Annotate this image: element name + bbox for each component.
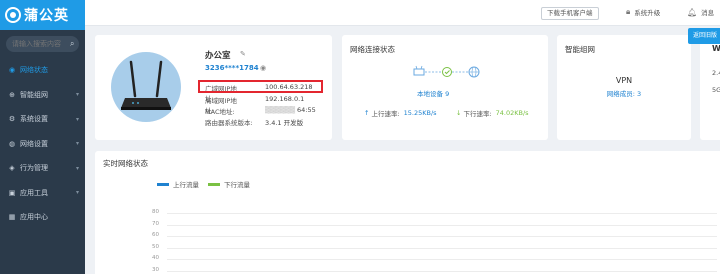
y-tick-label: 70 xyxy=(152,220,159,227)
search-input[interactable] xyxy=(12,40,70,48)
network-icon: ◉ xyxy=(8,66,16,75)
local-devices-link[interactable]: 本地设备 9 xyxy=(417,88,449,98)
logo-text: 蒲公英 xyxy=(24,8,69,24)
device-sn: 3236****1784 xyxy=(205,64,259,72)
y-tick-label: 30 xyxy=(152,266,159,273)
legend-download-label: 下行流量 xyxy=(224,181,250,189)
gridline xyxy=(167,224,717,226)
return-old-version-button[interactable]: 返回旧版 xyxy=(688,28,720,44)
link-icon: ⊕ xyxy=(9,90,15,99)
upload-rate-value: 15.25KB/s xyxy=(403,109,437,117)
tools-icon: ▣ xyxy=(8,188,16,197)
wifi-card: W 2.4 5G xyxy=(700,35,720,140)
sidebar-item-network-settings[interactable]: ◍ 网络设置 ▾ xyxy=(0,132,85,157)
sidebar-item-app-tools[interactable]: ▣ 应用工具 ▾ xyxy=(0,181,85,206)
sidebar-item-label: 系统设置 xyxy=(20,115,48,124)
bell-icon: 🔔︎ xyxy=(687,7,698,17)
top-bar: 下载手机客户端 🔒︎ 系统升级 🔔︎ 消息 xyxy=(85,0,720,26)
router-icon xyxy=(121,60,171,110)
router-image xyxy=(111,52,181,122)
vpn-label: VPN xyxy=(615,76,633,85)
connection-diagram xyxy=(413,65,480,78)
wifi-5g-label: 5G xyxy=(712,86,720,94)
legend-download[interactable]: 下行流量 xyxy=(208,179,250,189)
mac-row: MAC地址: ▒▒▒▒▒▒ 64:55 xyxy=(205,106,316,116)
search-icon[interactable]: ⌕ xyxy=(70,39,74,49)
arrow-down-icon: ↓ xyxy=(456,109,462,117)
lock-icon: 🔒︎ xyxy=(626,7,631,16)
realtime-network-chart: 实时网络状态 上行流量 下行流量 80706050403020 xyxy=(95,151,720,274)
mac-blurred: ▒▒▒▒▒▒ xyxy=(265,106,295,114)
network-status-title: 网络连接状态 xyxy=(350,45,395,54)
version-row: 路由器系统版本: 3.4.1 开发版 xyxy=(205,117,303,127)
shield-icon: ◈ xyxy=(9,164,15,173)
mac-value: 64:55 xyxy=(297,106,316,114)
check-icon xyxy=(442,67,452,77)
router-icon xyxy=(413,68,425,76)
arrow-up-icon: ↑ xyxy=(364,109,370,117)
chart-title: 实时网络状态 xyxy=(103,159,148,168)
system-upgrade-label: 系统升级 xyxy=(634,9,661,17)
app-logo[interactable]: 蒲公英 xyxy=(0,0,85,30)
messages-label: 消息 xyxy=(701,9,715,17)
gridline xyxy=(167,247,717,249)
sidebar-item-smart-network[interactable]: ⊕ 智能组网 ▾ xyxy=(0,83,85,108)
vpn-members-link[interactable]: 网络成员: 3 xyxy=(557,88,691,98)
sidebar-item-system-settings[interactable]: ⚙ 系统设置 ▾ xyxy=(0,107,85,132)
gridline xyxy=(167,236,717,237)
legend-upload[interactable]: 上行流量 xyxy=(157,179,199,189)
sidebar: 蒲公英 ⌕ ◉ 网络状态 ⊕ 智能组网 ▾ ⚙ 系统设置 ▾ ◍ 网络设置 ▾ … xyxy=(0,0,85,274)
sidebar-item-label: 网络设置 xyxy=(20,139,48,148)
smart-network-card: 智能组网 VPN 网络成员: 3 xyxy=(557,35,691,140)
y-tick-label: 50 xyxy=(152,243,159,250)
wifi-card-title: W xyxy=(712,44,720,53)
upload-rate-label: 上行速率: xyxy=(371,110,400,118)
system-upgrade-link[interactable]: 🔒︎ 系统升级 xyxy=(626,7,660,17)
legend-upload-label: 上行流量 xyxy=(173,181,199,189)
download-rate-label: 下行速率: xyxy=(463,110,492,118)
download-rate: ↓ 下行速率: 74.02KB/s xyxy=(456,108,529,118)
chevron-down-icon: ▾ xyxy=(75,140,79,148)
version-value: 3.4.1 开发版 xyxy=(265,119,304,127)
y-tick-label: 80 xyxy=(152,209,159,215)
smart-network-title: 智能组网 xyxy=(565,45,595,54)
upload-rate: ↑ 上行速率: 15.25KB/s xyxy=(364,108,437,118)
sidebar-item-app-center[interactable]: ▦ 应用中心 xyxy=(0,205,85,230)
gear-icon: ⚙ xyxy=(8,115,16,124)
device-name: 办公室 xyxy=(205,51,231,61)
legend-upload-swatch xyxy=(157,182,169,186)
chevron-down-icon: ▾ xyxy=(75,115,79,123)
y-tick-label: 60 xyxy=(152,232,159,238)
sidebar-item-label: 应用工具 xyxy=(20,188,48,197)
eye-icon[interactable]: ◉ xyxy=(260,64,266,72)
wan-ip-highlight xyxy=(198,80,323,93)
logo-icon xyxy=(5,7,21,23)
device-card: 办公室 ✎ 3236****1784 ◉ 广域网IP地址: 100.64.63.… xyxy=(95,35,332,140)
legend-download-swatch xyxy=(208,182,220,186)
download-rate-value: 74.02KB/s xyxy=(495,109,529,117)
sidebar-item-label: 网络状态 xyxy=(20,66,48,75)
chevron-down-icon: ▾ xyxy=(75,189,79,197)
sidebar-search: ⌕ xyxy=(6,36,79,52)
messages-link[interactable]: 🔔︎ 消息 xyxy=(687,7,715,18)
globe-icon: ◍ xyxy=(8,139,16,148)
gridline xyxy=(167,259,717,260)
grid-icon: ▦ xyxy=(8,213,16,222)
network-status-card: 网络连接状态 本地设备 9 ↑ 上行速率: 15.25KB/s ↓ 下行速率: … xyxy=(342,35,548,140)
download-client-button[interactable]: 下载手机客户端 xyxy=(541,7,599,20)
y-tick-label: 40 xyxy=(152,255,159,261)
wifi-24g-label: 2.4 xyxy=(712,69,720,77)
version-key: 路由器系统版本: xyxy=(205,119,253,127)
mac-key: MAC地址: xyxy=(205,108,235,116)
sidebar-item-behavior-management[interactable]: ◈ 行为管理 ▾ xyxy=(0,156,85,181)
sidebar-item-label: 行为管理 xyxy=(20,164,48,173)
sidebar-item-label: 应用中心 xyxy=(20,213,48,222)
chevron-down-icon: ▾ xyxy=(75,91,79,99)
sidebar-item-network-status[interactable]: ◉ 网络状态 xyxy=(0,58,85,83)
chevron-down-icon: ▾ xyxy=(75,164,79,172)
gridline xyxy=(167,270,717,272)
sidebar-item-label: 智能组网 xyxy=(20,90,48,99)
edit-icon[interactable]: ✎ xyxy=(240,50,246,58)
gridline xyxy=(167,213,717,214)
